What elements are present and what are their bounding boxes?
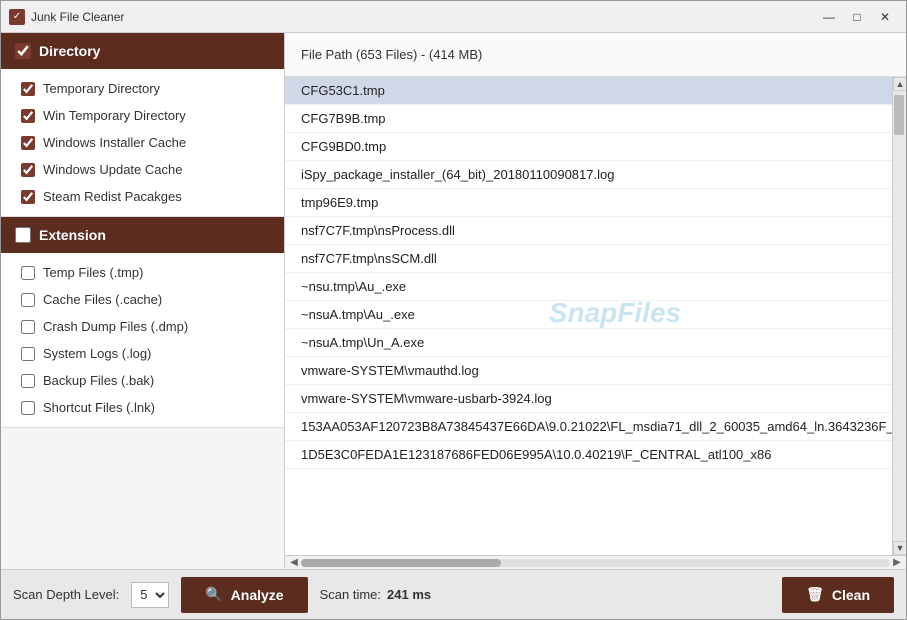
list-item[interactable]: System Logs (.log) bbox=[1, 340, 284, 367]
table-row[interactable]: CFG7B9B.tmp bbox=[285, 105, 892, 133]
scroll-track[interactable] bbox=[893, 91, 906, 541]
directory-checkbox[interactable] bbox=[15, 43, 31, 59]
ext-label-1: Cache Files (.cache) bbox=[43, 292, 162, 307]
ext-checkbox-5[interactable] bbox=[21, 401, 35, 415]
content-area: Directory Temporary Directory Win Tempor… bbox=[1, 33, 906, 569]
ext-checkbox-3[interactable] bbox=[21, 347, 35, 361]
horizontal-scrollbar[interactable]: ◀ ▶ bbox=[285, 555, 906, 569]
window-controls: — □ ✕ bbox=[816, 7, 898, 27]
extension-section-header: Extension bbox=[1, 217, 284, 253]
h-scroll-thumb[interactable] bbox=[301, 559, 501, 567]
list-item[interactable]: Steam Redist Pacakges bbox=[1, 183, 284, 210]
scroll-down-arrow[interactable]: ▼ bbox=[893, 541, 906, 555]
item-checkbox-1[interactable] bbox=[21, 109, 35, 123]
close-button[interactable]: ✕ bbox=[872, 7, 898, 27]
table-row[interactable]: ~nsuA.tmp\Au_.exe bbox=[285, 301, 892, 329]
file-path-header: File Path (653 Files) - (414 MB) bbox=[285, 33, 906, 77]
list-item[interactable]: Crash Dump Files (.dmp) bbox=[1, 313, 284, 340]
bottom-bar: Scan Depth Level: 5 1 2 3 4 6 7 🔍 Analyz… bbox=[1, 569, 906, 619]
ext-label-3: System Logs (.log) bbox=[43, 346, 151, 361]
ext-checkbox-0[interactable] bbox=[21, 266, 35, 280]
maximize-button[interactable]: □ bbox=[844, 7, 870, 27]
item-label-3: Windows Update Cache bbox=[43, 162, 182, 177]
clean-button[interactable]: 🗑 Clean bbox=[782, 577, 894, 613]
scroll-left-arrow[interactable]: ◀ bbox=[287, 557, 301, 568]
list-item[interactable]: Windows Update Cache bbox=[1, 156, 284, 183]
scan-time-label: Scan time: bbox=[320, 587, 381, 602]
title-bar: ✓ Junk File Cleaner — □ ✕ bbox=[1, 1, 906, 33]
item-checkbox-4[interactable] bbox=[21, 190, 35, 204]
app-icon: ✓ bbox=[9, 9, 25, 25]
table-row[interactable]: vmware-SYSTEM\vmware-usbarb-3924.log bbox=[285, 385, 892, 413]
item-checkbox-2[interactable] bbox=[21, 136, 35, 150]
item-label-1: Win Temporary Directory bbox=[43, 108, 186, 123]
file-list-outer: SnapFiles CFG53C1.tmp CFG7B9B.tmp CFG9BD… bbox=[285, 77, 906, 555]
table-row[interactable]: 153AA053AF120723B8A73845437E66DA\9.0.210… bbox=[285, 413, 892, 441]
table-row[interactable]: vmware-SYSTEM\vmauthd.log bbox=[285, 357, 892, 385]
list-item[interactable]: Cache Files (.cache) bbox=[1, 286, 284, 313]
extension-section-label: Extension bbox=[39, 227, 106, 243]
scroll-right-arrow[interactable]: ▶ bbox=[890, 557, 904, 568]
scroll-thumb[interactable] bbox=[894, 95, 904, 135]
ext-checkbox-1[interactable] bbox=[21, 293, 35, 307]
file-list-container[interactable]: SnapFiles CFG53C1.tmp CFG7B9B.tmp CFG9BD… bbox=[285, 77, 892, 555]
vertical-scrollbar[interactable]: ▲ ▼ bbox=[892, 77, 906, 555]
extension-items: Temp Files (.tmp) Cache Files (.cache) C… bbox=[1, 253, 284, 428]
scan-depth-label: Scan Depth Level: bbox=[13, 587, 119, 602]
scan-time-value: 241 ms bbox=[387, 587, 431, 602]
trash-icon: 🗑 bbox=[806, 586, 824, 603]
ext-checkbox-2[interactable] bbox=[21, 320, 35, 334]
directory-section-header: Directory bbox=[1, 33, 284, 69]
scan-time-area: Scan time: 241 ms bbox=[320, 587, 771, 602]
list-item[interactable]: Temporary Directory bbox=[1, 75, 284, 102]
table-row[interactable]: CFG53C1.tmp bbox=[285, 77, 892, 105]
ext-checkbox-4[interactable] bbox=[21, 374, 35, 388]
table-row[interactable]: tmp96E9.tmp bbox=[285, 189, 892, 217]
table-row[interactable]: CFG9BD0.tmp bbox=[285, 133, 892, 161]
item-checkbox-3[interactable] bbox=[21, 163, 35, 177]
clean-label: Clean bbox=[832, 587, 870, 603]
list-item[interactable]: Windows Installer Cache bbox=[1, 129, 284, 156]
scroll-up-arrow[interactable]: ▲ bbox=[893, 77, 906, 91]
file-list: CFG53C1.tmp CFG7B9B.tmp CFG9BD0.tmp iSpy… bbox=[285, 77, 892, 469]
ext-label-2: Crash Dump Files (.dmp) bbox=[43, 319, 188, 334]
ext-label-0: Temp Files (.tmp) bbox=[43, 265, 143, 280]
list-item[interactable]: Shortcut Files (.lnk) bbox=[1, 394, 284, 421]
list-item[interactable]: Temp Files (.tmp) bbox=[1, 259, 284, 286]
extension-checkbox[interactable] bbox=[15, 227, 31, 243]
window-title: Junk File Cleaner bbox=[31, 10, 816, 24]
main-window: ✓ Junk File Cleaner — □ ✕ Directory Temp… bbox=[0, 0, 907, 620]
item-label-4: Steam Redist Pacakges bbox=[43, 189, 182, 204]
table-row[interactable]: nsf7C7F.tmp\nsProcess.dll bbox=[285, 217, 892, 245]
table-row[interactable]: nsf7C7F.tmp\nsSCM.dll bbox=[285, 245, 892, 273]
ext-label-5: Shortcut Files (.lnk) bbox=[43, 400, 155, 415]
analyze-label: Analyze bbox=[231, 587, 284, 603]
table-row[interactable]: ~nsuA.tmp\Un_A.exe bbox=[285, 329, 892, 357]
item-label-0: Temporary Directory bbox=[43, 81, 160, 96]
directory-items: Temporary Directory Win Temporary Direct… bbox=[1, 69, 284, 217]
list-item[interactable]: Backup Files (.bak) bbox=[1, 367, 284, 394]
minimize-button[interactable]: — bbox=[816, 7, 842, 27]
table-row[interactable]: iSpy_package_installer_(64_bit)_20180110… bbox=[285, 161, 892, 189]
analyze-button[interactable]: 🔍 Analyze bbox=[181, 577, 307, 613]
h-scroll-track[interactable] bbox=[301, 559, 890, 567]
ext-label-4: Backup Files (.bak) bbox=[43, 373, 154, 388]
search-icon: 🔍 bbox=[205, 586, 222, 603]
item-checkbox-0[interactable] bbox=[21, 82, 35, 96]
item-label-2: Windows Installer Cache bbox=[43, 135, 186, 150]
sidebar: Directory Temporary Directory Win Tempor… bbox=[1, 33, 285, 569]
scan-depth-select[interactable]: 5 1 2 3 4 6 7 bbox=[131, 582, 169, 608]
table-row[interactable]: ~nsu.tmp\Au_.exe bbox=[285, 273, 892, 301]
table-row[interactable]: 1D5E3C0FEDA1E123187686FED06E995A\10.0.40… bbox=[285, 441, 892, 469]
main-panel: File Path (653 Files) - (414 MB) SnapFil… bbox=[285, 33, 906, 569]
directory-section-label: Directory bbox=[39, 43, 100, 59]
list-item[interactable]: Win Temporary Directory bbox=[1, 102, 284, 129]
